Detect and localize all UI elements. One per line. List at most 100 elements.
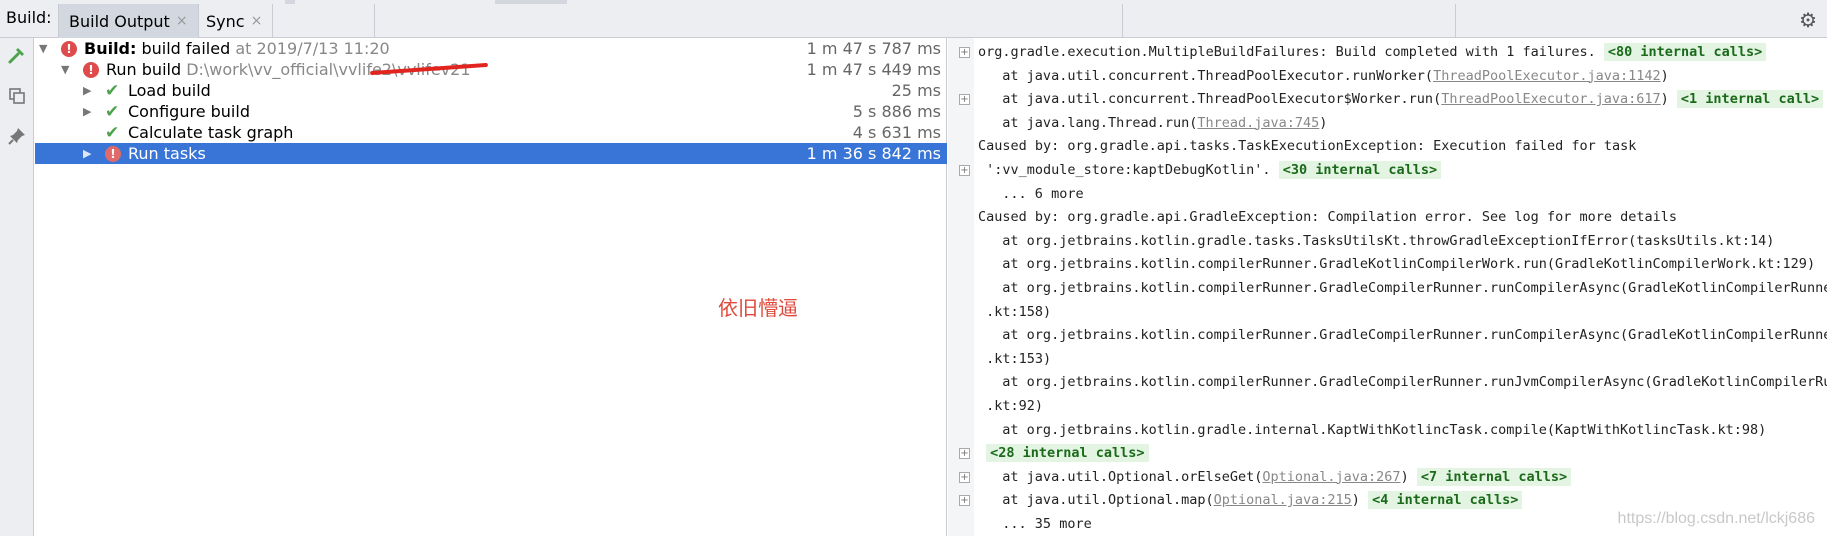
error-icon: ! (105, 146, 121, 162)
console-text: ) (1319, 114, 1328, 131)
tree-row-run-build[interactable]: ▼ ! Run build D:\work\vv_official\vvlife… (35, 59, 947, 80)
error-icon: ! (61, 41, 77, 57)
expand-arrow-icon[interactable]: ▼ (61, 59, 75, 80)
duration: 5 s 886 ms (852, 102, 941, 121)
console-text: at org.jetbrains.kotlin.compilerRunner.G… (1002, 256, 1816, 273)
console-line: Caused by: org.gradle.api.tasks.TaskExec… (974, 135, 1636, 158)
console-text: ) (1400, 468, 1417, 485)
console-text: .kt:153) (986, 350, 1052, 367)
console-line: <28 internal calls> (974, 442, 1149, 465)
console-text: Caused by: org.gradle.api.tasks.TaskExec… (978, 138, 1637, 155)
internal-calls-toggle[interactable]: <4 internal calls> (1368, 491, 1523, 510)
console-line: ... 35 more (974, 513, 1092, 536)
close-icon[interactable]: × (251, 13, 263, 29)
console-text: at java.util.concurrent.ThreadPoolExecut… (1002, 67, 1434, 84)
tab-sync[interactable]: Sync × (196, 4, 274, 38)
fold-toggle-icon[interactable]: + (959, 448, 970, 460)
tab-strip-accent (495, 0, 567, 4)
internal-calls-toggle[interactable]: <28 internal calls> (986, 444, 1149, 463)
console-text: at org.jetbrains.kotlin.gradle.internal.… (1002, 421, 1767, 438)
console-text: org.gradle.execution.MultipleBuildFailur… (978, 44, 1604, 60)
duration: 25 ms (891, 81, 941, 100)
tree-row-label: Build: build failed at 2019/7/13 11:20 (84, 39, 390, 58)
console-output[interactable]: https://blog.csdn.net/lckj686 + org.gradl… (948, 38, 1827, 536)
build-caption: Build: (6, 8, 52, 27)
tab-build-output[interactable]: Build Output × (58, 4, 199, 38)
pin-icon[interactable] (5, 124, 29, 148)
build-tree: ▼ ! Build: build failed at 2019/7/13 11:… (35, 38, 947, 536)
console-line: Caused by: org.gradle.api.GradleExceptio… (974, 206, 1677, 229)
fold-toggle-icon[interactable]: + (959, 495, 970, 507)
collapse-arrow-icon[interactable]: ▶ (83, 143, 97, 164)
console-text: at java.util.Optional.orElseGet( (1002, 468, 1263, 485)
collapse-arrow-icon[interactable]: ▶ (83, 80, 97, 101)
check-icon: ✔ (105, 81, 120, 101)
tree-row-load-build[interactable]: ▶ ✔ Load build 25 ms (35, 80, 947, 101)
console-text: .kt:158) (986, 303, 1052, 320)
tab-divider (374, 4, 375, 38)
internal-calls-toggle[interactable]: <30 internal calls> (1278, 161, 1442, 179)
copy-icon[interactable] (5, 84, 29, 108)
source-link[interactable]: Optional.java:267 (1262, 469, 1400, 485)
watermark: https://blog.csdn.net/lckj686 (1617, 510, 1815, 527)
error-icon: ! (83, 62, 99, 78)
console-line: at org.jetbrains.kotlin.compilerRunner.G… (974, 371, 1827, 394)
console-line: at org.jetbrains.kotlin.gradle.tasks.Tas… (974, 230, 1774, 253)
tab-divider (1122, 4, 1123, 38)
console-text: at java.util.concurrent.ThreadPoolExecut… (1002, 91, 1442, 108)
console-text: .kt:92) (986, 398, 1043, 414)
console-line: at org.jetbrains.kotlin.gradle.internal.… (974, 419, 1766, 442)
fold-toggle-icon[interactable]: + (959, 165, 970, 176)
console-line: ... 6 more (974, 183, 1084, 206)
source-link[interactable]: ThreadPoolExecutor.java:617 (1441, 91, 1660, 107)
tree-row-build[interactable]: ▼ ! Build: build failed at 2019/7/13 11:… (35, 38, 947, 59)
fold-toggle-icon[interactable]: + (959, 47, 970, 58)
hammer-icon[interactable] (5, 44, 29, 68)
source-link[interactable]: ThreadPoolExecutor.java:1142 (1433, 68, 1661, 84)
tree-row-configure-build[interactable]: ▶ ✔ Configure build 5 s 886 ms (35, 101, 947, 122)
tree-row-calculate-task-graph[interactable]: ✔ Calculate task graph 4 s 631 ms (35, 122, 947, 143)
tree-row-run-tasks[interactable]: ▶ ! Run tasks 1 m 36 s 842 ms (35, 143, 947, 164)
console-text: ... 35 more (1002, 516, 1092, 532)
tab-strip-accent (285, 0, 295, 4)
console-text: at java.lang.Thread.run( (1002, 114, 1198, 131)
console-line: at org.jetbrains.kotlin.compilerRunner.G… (974, 253, 1815, 276)
console-line: at java.util.concurrent.ThreadPoolExecut… (974, 65, 1669, 88)
duration: 1 m 47 s 787 ms (806, 39, 941, 58)
internal-calls-toggle[interactable]: <7 internal calls> (1416, 467, 1572, 486)
tab-divider (1455, 4, 1456, 38)
tree-row-label: Run tasks (128, 144, 206, 163)
collapse-arrow-icon[interactable]: ▶ (83, 101, 97, 122)
console-text: at java.util.Optional.map( (1002, 492, 1214, 509)
source-link[interactable]: Optional.java:215 (1214, 492, 1352, 508)
console-line: at java.util.concurrent.ThreadPoolExecut… (974, 88, 1824, 111)
console-text: ... 6 more (1002, 185, 1084, 202)
gear-icon[interactable]: ⚙ (1799, 8, 1817, 32)
console-text: ':vv_module_store:kaptDebugKotlin'. (986, 162, 1279, 178)
console-line: at java.util.Optional.orElseGet(Optional… (974, 466, 1572, 489)
source-link[interactable]: Thread.java:745 (1197, 115, 1319, 131)
console-text: at org.jetbrains.kotlin.compilerRunner.G… (1002, 280, 1827, 296)
duration: 4 s 631 ms (852, 123, 941, 142)
console-text: at org.jetbrains.kotlin.gradle.tasks.Tas… (1002, 232, 1775, 249)
console-gutter (948, 38, 974, 536)
tab-label: Sync (206, 11, 245, 31)
annotation-text: 依旧懵逼 (718, 296, 798, 320)
tree-row-label: Configure build (128, 102, 250, 121)
expand-arrow-icon[interactable]: ▼ (39, 38, 53, 59)
console-text: at org.jetbrains.kotlin.compilerRunner.G… (1002, 327, 1827, 344)
console-line: at org.jetbrains.kotlin.compilerRunner.G… (974, 277, 1827, 300)
tree-row-label: Calculate task graph (128, 123, 294, 142)
internal-calls-toggle[interactable]: <80 internal calls> (1603, 43, 1767, 61)
fold-toggle-icon[interactable]: + (959, 94, 970, 106)
console-line: org.gradle.execution.MultipleBuildFailur… (974, 41, 1767, 64)
left-toolbar (0, 38, 34, 536)
console-text: at org.jetbrains.kotlin.compilerRunner.G… (1002, 374, 1827, 391)
internal-calls-toggle[interactable]: <1 internal call> (1676, 90, 1824, 109)
console-line: .kt:153) (974, 348, 1051, 371)
duration: 1 m 47 s 449 ms (806, 60, 941, 79)
close-icon[interactable]: × (176, 13, 188, 29)
console-line: .kt:92) (974, 395, 1043, 418)
fold-toggle-icon[interactable]: + (959, 471, 970, 483)
build-tabbar: Build: Build Output × Sync × ⚙ (0, 0, 1827, 38)
